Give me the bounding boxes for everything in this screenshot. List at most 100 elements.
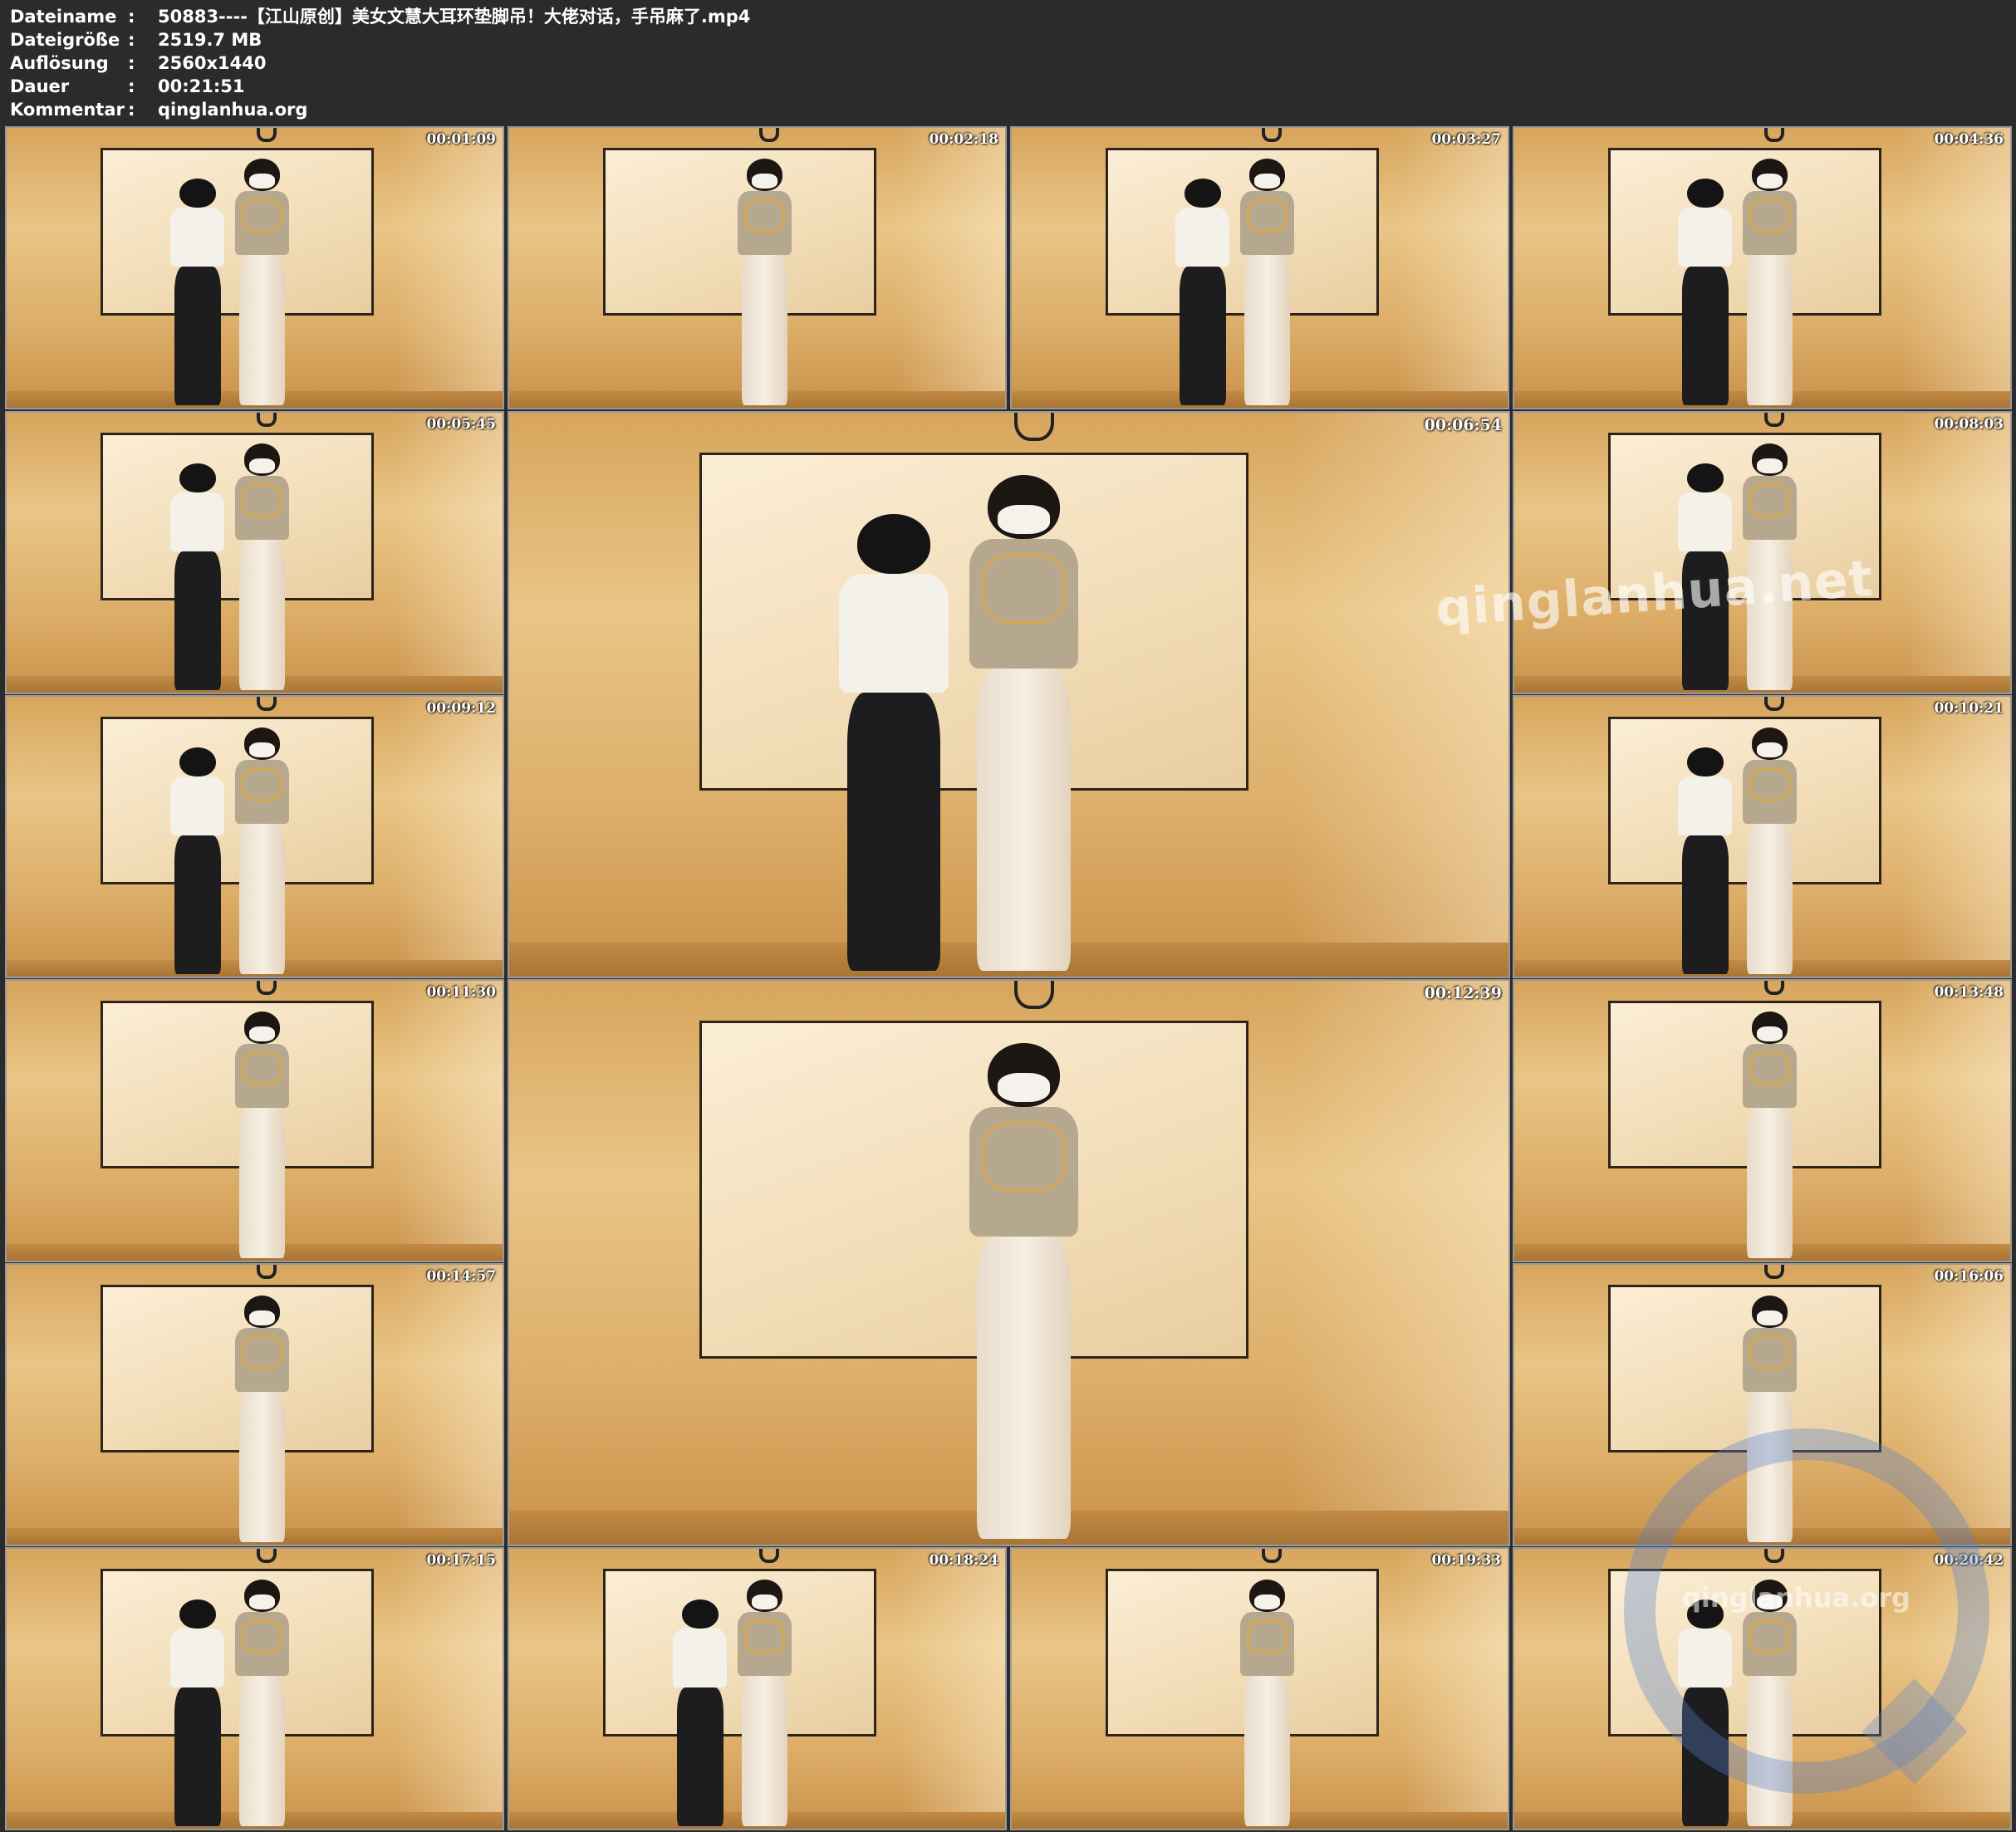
head bbox=[1687, 178, 1724, 208]
face-mask bbox=[751, 1594, 777, 1609]
timestamp: 00:10:21 bbox=[1934, 700, 2004, 717]
rope bbox=[1749, 767, 1791, 802]
woman-figure bbox=[230, 1296, 295, 1542]
thumbnail-frame[interactable]: 00:11:30 bbox=[5, 979, 504, 1262]
legs bbox=[238, 1391, 286, 1542]
face-mask bbox=[1756, 458, 1783, 473]
woman-figure bbox=[733, 159, 797, 405]
ceiling-hook-icon bbox=[257, 697, 277, 711]
head bbox=[179, 178, 216, 208]
man-figure bbox=[165, 178, 230, 405]
thumbnail-frame[interactable]: 00:05:45 bbox=[5, 411, 504, 694]
rope bbox=[241, 198, 283, 233]
face-mask bbox=[1756, 1026, 1783, 1041]
legs bbox=[1243, 1675, 1291, 1826]
ceiling-hook-icon bbox=[759, 128, 780, 142]
torso bbox=[170, 1629, 225, 1688]
ceiling-hook-icon bbox=[1262, 1549, 1283, 1563]
man-figure bbox=[1673, 178, 1738, 405]
timestamp: 00:17:15 bbox=[426, 1552, 496, 1569]
head bbox=[1687, 463, 1724, 493]
wall-shade bbox=[1398, 1549, 1508, 1829]
thumbnail-frame[interactable]: 00:18:24 bbox=[508, 1547, 1007, 1830]
rope bbox=[241, 1619, 283, 1654]
info-row: Kommentar: qinglanhua.org bbox=[10, 98, 750, 121]
woman-figure bbox=[1738, 1012, 1803, 1258]
man-figure bbox=[165, 747, 230, 974]
timestamp: 00:12:39 bbox=[1424, 984, 1502, 1002]
info-separator: : bbox=[128, 100, 135, 120]
thumbnail-frame[interactable]: 00:13:48 bbox=[1513, 979, 2012, 1262]
face-mask bbox=[1756, 173, 1783, 189]
face-mask bbox=[1756, 742, 1783, 757]
man-figure bbox=[1170, 178, 1235, 405]
head bbox=[1185, 178, 1221, 208]
thumbnail-frame[interactable]: 00:01:09 bbox=[5, 126, 504, 409]
thumbnail-frame[interactable]: 00:12:39 bbox=[508, 979, 1510, 1546]
woman-figure bbox=[1235, 159, 1300, 405]
wall-shade bbox=[393, 1265, 503, 1545]
wall-shade bbox=[393, 413, 503, 693]
info-key-label: Dateiname bbox=[10, 7, 117, 27]
ceiling-hook-icon bbox=[1013, 981, 1054, 1009]
wall-shade bbox=[1288, 413, 1508, 977]
man-figure bbox=[1673, 747, 1738, 974]
timestamp: 00:02:18 bbox=[929, 131, 998, 148]
file-info-header: Dateiname: 50883----【江山原创】美女文慧大耳环垫脚吊！大佬对话… bbox=[10, 5, 750, 121]
head bbox=[179, 1599, 216, 1629]
rope bbox=[241, 482, 283, 518]
ceiling-hook-icon bbox=[1262, 128, 1283, 142]
man-figure bbox=[165, 1599, 230, 1826]
info-separator: : bbox=[128, 30, 135, 50]
info-key-label: Dateigröße bbox=[10, 30, 120, 50]
info-row: Dateigröße: 2519.7 MB bbox=[10, 28, 750, 51]
thumbnail-frame[interactable]: 00:19:33 bbox=[1010, 1547, 1509, 1830]
thumbnail-frame[interactable]: 00:10:21 bbox=[1513, 695, 2012, 978]
man-figure bbox=[668, 1599, 733, 1826]
timestamp: 00:08:03 bbox=[1934, 416, 2004, 433]
watermark-corner-text: qinglanhua.org bbox=[1682, 1582, 1911, 1614]
timestamp: 00:16:06 bbox=[1934, 1268, 2004, 1285]
info-separator: : bbox=[128, 53, 135, 73]
info-separator: : bbox=[128, 76, 135, 96]
woman-figure bbox=[959, 474, 1088, 972]
rope bbox=[982, 1122, 1066, 1192]
face-mask bbox=[998, 504, 1050, 535]
legs bbox=[238, 539, 286, 690]
torso bbox=[1678, 208, 1733, 267]
wall-shade bbox=[1901, 981, 2010, 1261]
info-value: 50883----【江山原创】美女文慧大耳环垫脚吊！大佬对话，手吊麻了.mp4 bbox=[158, 7, 751, 27]
rope bbox=[1749, 1335, 1791, 1370]
face-mask bbox=[751, 173, 777, 189]
ceiling-hook-icon bbox=[759, 1549, 780, 1563]
ceiling-hook-icon bbox=[257, 128, 277, 142]
thumbnail-frame[interactable]: 00:04:36 bbox=[1513, 126, 2012, 409]
face-mask bbox=[248, 1026, 275, 1041]
face-mask bbox=[248, 173, 275, 189]
thumbnail-frame[interactable]: 00:06:54 bbox=[508, 411, 1510, 978]
face-mask bbox=[998, 1072, 1050, 1103]
thumbnail-frame[interactable]: 00:17:15 bbox=[5, 1547, 504, 1830]
torso bbox=[1175, 208, 1230, 267]
thumbnail-frame[interactable]: 00:02:18 bbox=[508, 126, 1007, 409]
head bbox=[682, 1599, 719, 1629]
face-mask bbox=[248, 1594, 275, 1609]
timestamp: 00:18:24 bbox=[929, 1552, 998, 1569]
wall-shade bbox=[1901, 413, 2010, 693]
wall-shade bbox=[1398, 128, 1508, 408]
thumbnail-frame[interactable]: 00:03:27 bbox=[1010, 126, 1509, 409]
ceiling-hook-icon bbox=[1013, 413, 1054, 441]
legs bbox=[238, 823, 286, 974]
wall-shade bbox=[393, 1549, 503, 1829]
woman-figure bbox=[230, 727, 295, 974]
timestamp: 00:04:36 bbox=[1934, 131, 2004, 148]
rope bbox=[241, 1335, 283, 1370]
rope bbox=[1749, 198, 1791, 233]
rope bbox=[1246, 1619, 1288, 1654]
woman-figure bbox=[959, 1042, 1088, 1540]
thumbnail-frame[interactable]: 00:09:12 bbox=[5, 695, 504, 978]
thumbnail-frame[interactable]: 00:08:03 bbox=[1513, 411, 2012, 694]
ceiling-hook-icon bbox=[1764, 697, 1785, 711]
rope bbox=[982, 554, 1066, 624]
thumbnail-frame[interactable]: 00:14:57 bbox=[5, 1263, 504, 1546]
